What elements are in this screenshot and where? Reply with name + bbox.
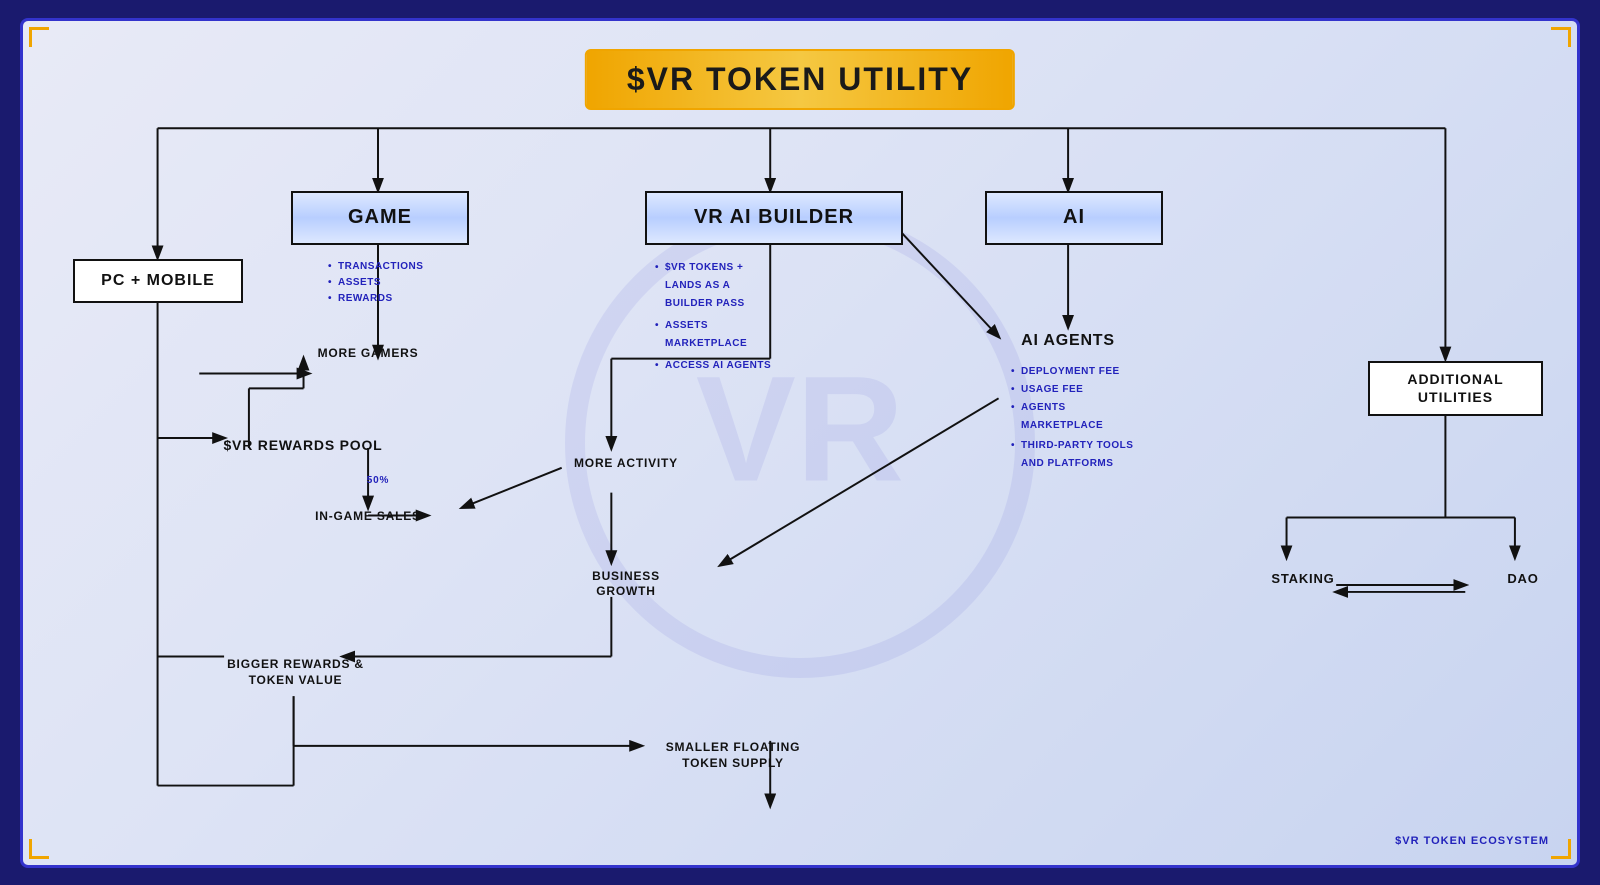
in-game-sales-label: IN-GAME SALES xyxy=(303,509,433,525)
main-container: VR xyxy=(20,18,1580,868)
main-title-box: $VR TOKEN UTILITY xyxy=(585,49,1015,110)
vr-ai-builder-node: VR AI BUILDER xyxy=(645,191,903,245)
business-growth-label: BUSINESS GROWTH xyxy=(571,569,681,600)
pc-mobile-node: PC + MOBILE xyxy=(73,259,243,303)
dao-label: DAO xyxy=(1493,571,1553,588)
main-title: $VR TOKEN UTILITY xyxy=(627,61,973,98)
ai-agents-label: AI AGENTS xyxy=(1003,331,1133,352)
percent-label: 50% xyxy=(353,474,403,487)
additional-utilities-node: ADDITIONALUTILITIES xyxy=(1368,361,1543,416)
ai-node: AI xyxy=(985,191,1163,245)
vr-ai-builder-bullets: $VR TOKENS +LANDS AS ABUILDER PASS ASSET… xyxy=(655,259,771,375)
game-bullets: TRANSACTIONS ASSETS REWARDS xyxy=(328,259,423,307)
staking-label: STAKING xyxy=(1263,571,1343,588)
rewards-pool-label: $VR REWARDS POOL xyxy=(223,436,383,454)
more-activity-label: MORE ACTIVITY xyxy=(571,456,681,472)
more-gamers-label: MORE GAMERS xyxy=(313,346,423,362)
ai-agents-bullets: DEPLOYMENT FEE USAGE FEE AGENTSMARKETPLA… xyxy=(1011,363,1133,473)
footer-text: $VR TOKEN ECOSYSTEM xyxy=(1395,835,1549,847)
game-node: GAME xyxy=(291,191,469,245)
smaller-floating-label: SMALLER FLOATING TOKEN SUPPLY xyxy=(643,739,823,773)
bigger-rewards-label: BIGGER REWARDS & TOKEN VALUE xyxy=(218,656,373,690)
